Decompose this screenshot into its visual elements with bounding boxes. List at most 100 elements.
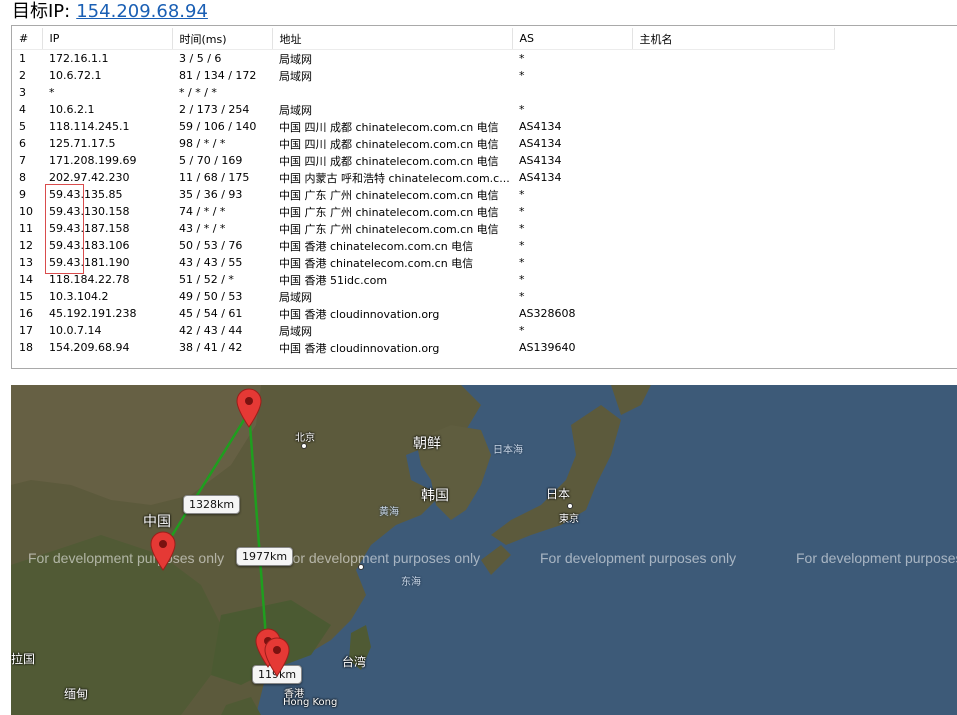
cell-ip: 59.43.135.85	[49, 188, 123, 201]
table-row[interactable]: 8 202.97.42.230 11 / 68 / 175 中国 内蒙古 呼和浩特 c…	[12, 169, 834, 186]
target-ip-link[interactable]: 154.209.68.94	[76, 1, 208, 22]
cell-host	[632, 220, 834, 237]
cell-addr: 中国 四川 成都 chinatelecom.com.cn 电信	[279, 154, 499, 168]
cell-time: 45 / 54 / 61	[179, 307, 243, 320]
cell-ip: 118.114.245.1	[49, 120, 130, 133]
table-row[interactable]: 7 171.208.199.69 5 / 70 / 169 中国 四川 成都 chin…	[12, 152, 834, 169]
place-china: 中国	[143, 514, 171, 530]
cell-host	[632, 186, 834, 203]
column-header-num[interactable]: #	[12, 28, 43, 50]
cell-num: 6	[19, 137, 26, 150]
cell-num: 5	[19, 120, 26, 133]
city-dot-shanghai	[358, 564, 364, 570]
cell-time: 59 / 106 / 140	[179, 120, 257, 133]
city-dot-beijing	[301, 443, 307, 449]
cell-num: 3	[19, 86, 26, 99]
table-row[interactable]: 10 59.43.130.158 74 / * / * 中国 广东 广州 chinat…	[12, 203, 834, 220]
column-header-as[interactable]: AS	[512, 28, 633, 50]
cell-addr: 局域网	[279, 52, 312, 66]
cell-addr: 局域网	[279, 69, 312, 83]
table-row[interactable]: 18 154.209.68.94 38 / 41 / 42 中国 香港 cloudin…	[12, 339, 834, 356]
table-row[interactable]: 12 59.43.183.106 50 / 53 / 76 中国 香港 chinate…	[12, 237, 834, 254]
cell-time: 11 / 68 / 175	[179, 171, 250, 184]
table-row[interactable]: 11 59.43.187.158 43 / * / * 中国 广东 广州 chinat…	[12, 220, 834, 237]
table-row[interactable]: 14 118.184.22.78 51 / 52 / * 中国 香港 51idc.co…	[12, 271, 834, 288]
table-row[interactable]: 17 10.0.7.14 42 / 43 / 44 局域网 *	[12, 322, 834, 339]
cell-ip: 59.43.181.190	[49, 256, 130, 269]
cell-addr: 中国 香港 chinatelecom.com.cn 电信	[279, 239, 474, 253]
cell-time: 2 / 173 / 254	[179, 103, 250, 116]
cell-ip: 171.208.199.69	[49, 154, 137, 167]
column-header-address[interactable]: 地址	[272, 28, 513, 50]
cell-num: 7	[19, 154, 26, 167]
cell-addr: 中国 广东 广州 chinatelecom.com.cn 电信	[279, 222, 499, 236]
cell-ip: 154.209.68.94	[49, 341, 130, 354]
cell-addr: 中国 香港 cloudinnovation.org	[279, 341, 440, 355]
table-row[interactable]: 3 * * / * / *	[12, 84, 834, 101]
cell-host	[632, 254, 834, 271]
cell-host	[632, 152, 834, 169]
cell-time: 43 / * / *	[179, 222, 226, 235]
place-east-china-sea: 东海	[401, 577, 421, 588]
map-pin-hong-kong[interactable]	[263, 637, 291, 677]
place-yellow-sea: 黄海	[379, 507, 399, 518]
table-row[interactable]: 13 59.43.181.190 43 / 43 / 55 中国 香港 chinate…	[12, 254, 834, 271]
cell-num: 13	[19, 256, 33, 269]
cell-as: AS4134	[519, 120, 562, 133]
cell-as: AS4134	[519, 154, 562, 167]
cell-addr: 局域网	[279, 324, 312, 338]
cell-addr: 局域网	[279, 103, 312, 117]
cell-time: 74 / * / *	[179, 205, 226, 218]
cell-as	[512, 84, 632, 101]
place-south-korea: 韩国	[421, 488, 449, 504]
cell-host	[632, 50, 834, 68]
cell-as: AS139640	[519, 341, 576, 354]
cell-time: 43 / 43 / 55	[179, 256, 243, 269]
cell-addr: 中国 四川 成都 chinatelecom.com.cn 电信	[279, 137, 499, 151]
cell-host	[632, 339, 834, 356]
cell-num: 1	[19, 52, 26, 65]
cell-host	[632, 135, 834, 152]
watermark-text-1: For development purposes only	[28, 550, 225, 566]
place-west-region: 拉国	[11, 652, 36, 666]
cell-time: 38 / 41 / 42	[179, 341, 243, 354]
place-beijing: 北京	[295, 433, 315, 444]
cell-num: 9	[19, 188, 26, 201]
table-row[interactable]: 1 172.16.1.1 3 / 5 / 6 局域网 *	[12, 50, 834, 68]
column-header-ip[interactable]: IP	[42, 28, 173, 50]
place-myanmar: 缅甸	[64, 687, 89, 701]
cell-ip: 59.43.187.158	[49, 222, 130, 235]
cell-ip: 172.16.1.1	[49, 52, 109, 65]
cell-num: 2	[19, 69, 26, 82]
cell-as: *	[519, 273, 525, 286]
cell-as: *	[519, 256, 525, 269]
table-row[interactable]: 16 45.192.191.238 45 / 54 / 61 中国 香港 cloudi…	[12, 305, 834, 322]
table-row[interactable]: 9 59.43.135.85 35 / 36 / 93 中国 广东 广州 chinat…	[12, 186, 834, 203]
cell-as: *	[519, 324, 525, 337]
cell-num: 17	[19, 324, 33, 337]
city-dot-tokyo	[567, 503, 573, 509]
place-hong-kong-en: Hong Kong	[283, 697, 338, 708]
cell-time: 5 / 70 / 169	[179, 154, 243, 167]
table-row[interactable]: 4 10.6.2.1 2 / 173 / 254 局域网 *	[12, 101, 834, 118]
cell-num: 8	[19, 171, 26, 184]
cell-as: *	[519, 103, 525, 116]
cell-ip: 118.184.22.78	[49, 273, 130, 286]
table-row[interactable]: 6 125.71.17.5 98 / * / * 中国 四川 成都 chinatele…	[12, 135, 834, 152]
column-header-time[interactable]: 时间(ms)	[172, 28, 273, 50]
cell-time: 98 / * / *	[179, 137, 226, 150]
map-pin-hohhot[interactable]	[235, 388, 263, 428]
table-row[interactable]: 15 10.3.104.2 49 / 50 / 53 局域网 *	[12, 288, 834, 305]
column-header-hostname[interactable]: 主机名	[632, 28, 835, 50]
cell-ip: *	[49, 86, 55, 99]
cell-host	[632, 322, 834, 339]
cell-as: *	[519, 188, 525, 201]
route-map[interactable]: For development purposes only For develo…	[11, 385, 957, 715]
cell-addr: 中国 内蒙古 呼和浩特 chinatelecom.com.c...	[279, 171, 510, 185]
map-pin-chengdu[interactable]	[149, 531, 177, 571]
cell-num: 18	[19, 341, 33, 354]
cell-host	[632, 101, 834, 118]
table-row[interactable]: 5 118.114.245.1 59 / 106 / 140 中国 四川 成都 chi…	[12, 118, 834, 135]
table-row[interactable]: 2 10.6.72.1 81 / 134 / 172 局域网 *	[12, 67, 834, 84]
table-header-row: # IP 时间(ms) 地址 AS 主机名	[12, 28, 835, 50]
